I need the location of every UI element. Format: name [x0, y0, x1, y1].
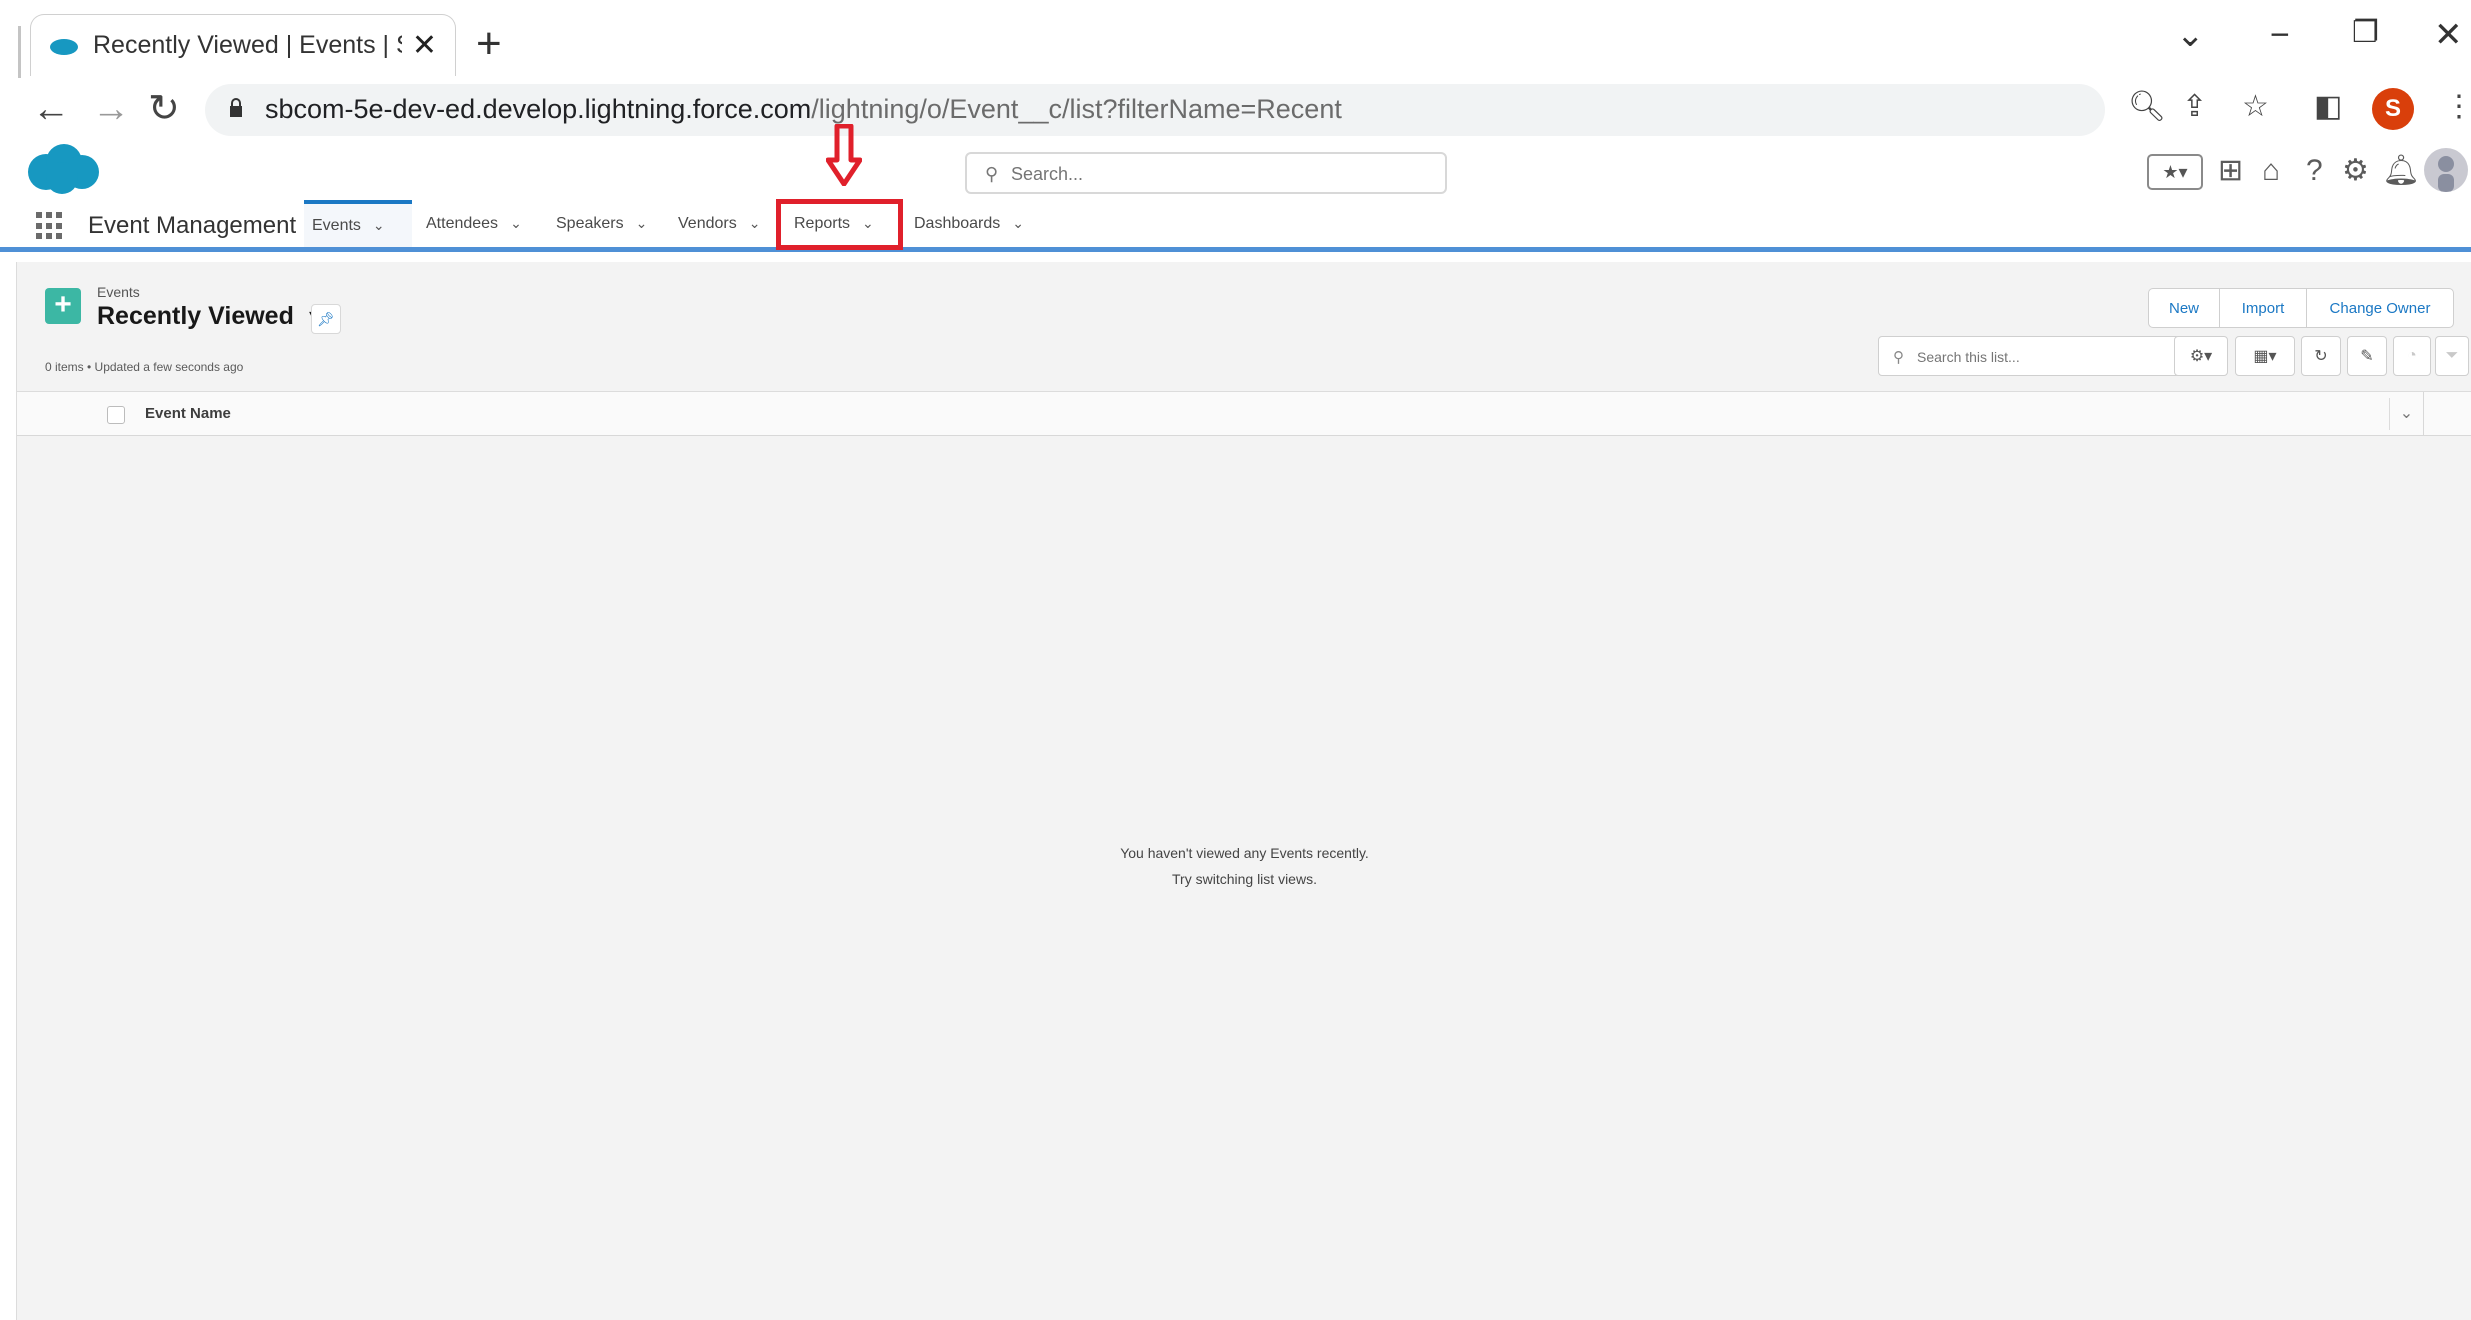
browser-menu-icon[interactable]: ⋮ — [2444, 92, 2471, 122]
new-button[interactable]: New — [2148, 288, 2220, 328]
reports-highlight-box — [776, 199, 903, 250]
annotation-down-arrow-icon — [826, 124, 862, 186]
column-header-event-name[interactable]: Event Name — [145, 405, 231, 422]
user-avatar-icon — [2438, 156, 2454, 192]
global-search-input[interactable] — [1011, 160, 1431, 188]
list-view-name: Recently Viewed — [97, 302, 294, 330]
favorites-icon[interactable]: ★▾ — [2147, 154, 2203, 190]
tab-attendees[interactable]: Attendees ⌄ — [418, 200, 530, 247]
list-view-container: + Events Recently Viewed▼ 📌︎ 0 items • U… — [16, 262, 2471, 1320]
zoom-icon[interactable]: 🔍︎ — [2128, 92, 2166, 122]
share-icon[interactable]: ⇪ — [2182, 92, 2207, 122]
column-divider — [2423, 392, 2424, 436]
select-all-checkbox[interactable] — [107, 406, 125, 424]
setup-gear-icon[interactable]: ⚙ — [2342, 156, 2369, 186]
change-owner-button[interactable]: Change Owner — [2306, 288, 2454, 328]
profile-avatar[interactable]: S — [2372, 88, 2414, 130]
global-search[interactable]: ⚲ — [965, 152, 1447, 194]
empty-state-line-2: Try switching list views. — [1172, 871, 1317, 887]
app-navigation-bar: Event Management Events ⌄ Attendees ⌄ Sp… — [0, 200, 2471, 442]
list-settings-gear-icon[interactable]: ⚙▾ — [2174, 336, 2228, 376]
tab-close-icon[interactable]: ✕ — [412, 30, 437, 61]
user-avatar[interactable] — [2424, 148, 2468, 192]
app-name: Event Management — [88, 212, 297, 239]
restore-icon[interactable]: ❐ — [2352, 18, 2379, 48]
empty-state-line-1: You haven't viewed any Events recently. — [1120, 845, 1369, 861]
tab-title: Recently Viewed | Events | Salesf — [93, 31, 402, 59]
chevron-down-icon[interactable]: ⌄ — [636, 215, 648, 232]
chevron-down-icon[interactable]: ⌄ — [373, 217, 385, 234]
global-header: ⚲ ★▾ ⊞ ⌂ ? ⚙ 🔔︎ — [0, 140, 2471, 202]
tab-events-label: Events — [312, 216, 361, 234]
trailhead-icon[interactable]: ⌂ — [2262, 156, 2280, 186]
url-text: sbcom-5e-dev-ed.develop.lightning.force.… — [265, 94, 1342, 124]
event-object-icon: + — [45, 288, 81, 324]
list-view-selector[interactable]: Recently Viewed▼ — [97, 302, 322, 331]
notifications-bell-icon[interactable]: 🔔︎ — [2382, 156, 2420, 186]
help-icon[interactable]: ? — [2306, 156, 2323, 186]
column-menu-chevron-icon[interactable]: ⌄ — [2389, 398, 2423, 430]
bookmark-star-icon[interactable]: ☆ — [2242, 92, 2269, 122]
list-search-input[interactable] — [1917, 345, 2167, 369]
lock-icon — [230, 98, 242, 117]
tab-dashboards-label: Dashboards — [914, 214, 1001, 232]
refresh-icon[interactable]: ↻ — [2301, 336, 2341, 376]
tab-vendors[interactable]: Vendors ⌄ — [670, 200, 768, 247]
salesforce-favicon-icon — [50, 38, 78, 55]
side-panel-icon[interactable]: ◧ — [2314, 92, 2342, 122]
pin-list-view-icon[interactable]: 📌︎ — [311, 304, 341, 334]
url-field[interactable]: sbcom-5e-dev-ed.develop.lightning.force.… — [205, 84, 2105, 136]
address-bar-row: ← → ↻ sbcom-5e-dev-ed.develop.lightning.… — [0, 82, 2471, 138]
search-icon: ⚲ — [1893, 349, 1904, 366]
minimize-icon[interactable]: − — [2270, 18, 2290, 52]
tab-strip-edge — [18, 26, 21, 78]
new-tab-button[interactable]: + — [476, 22, 502, 66]
tab-events[interactable]: Events ⌄ — [304, 200, 412, 247]
tab-speakers[interactable]: Speakers ⌄ — [548, 200, 655, 247]
import-button[interactable]: Import — [2219, 288, 2307, 328]
browser-tab[interactable]: Recently Viewed | Events | Salesf ✕ — [30, 14, 456, 76]
table-header-row: Event Name ⌄ — [17, 392, 2471, 436]
tab-vendors-label: Vendors — [678, 214, 737, 232]
tab-attendees-label: Attendees — [426, 214, 499, 232]
object-label: Events — [97, 284, 140, 300]
charts-icon[interactable]: ◔ — [2393, 336, 2431, 376]
browser-tab-strip: Recently Viewed | Events | Salesf ✕ + ⌄ … — [0, 0, 2471, 90]
close-window-icon[interactable]: ✕ — [2434, 18, 2463, 52]
display-as-table-icon[interactable]: ▦▾ — [2235, 336, 2295, 376]
filter-icon[interactable]: ⏷ — [2435, 336, 2469, 376]
empty-state-message: You haven't viewed any Events recently. … — [17, 840, 2471, 892]
chevron-down-icon[interactable]: ⌄ — [749, 215, 761, 232]
list-view-header: + Events Recently Viewed▼ 📌︎ 0 items • U… — [17, 262, 2471, 392]
salesforce-logo-icon[interactable] — [24, 142, 102, 196]
search-icon: ⚲ — [985, 164, 999, 184]
tab-speakers-label: Speakers — [556, 214, 624, 232]
tab-dashboards[interactable]: Dashboards ⌄ — [906, 200, 1032, 247]
chevron-down-icon[interactable]: ⌄ — [510, 215, 522, 232]
list-search[interactable]: ⚲ — [1878, 336, 2180, 376]
list-view-meta: 0 items • Updated a few seconds ago — [45, 360, 244, 374]
global-actions-icon[interactable]: ⊞ — [2218, 156, 2243, 186]
reload-icon[interactable]: ↻ — [148, 90, 180, 128]
tab-search-chevron-icon[interactable]: ⌄ — [2176, 18, 2205, 52]
back-icon[interactable]: ← — [32, 90, 70, 128]
app-launcher-icon[interactable] — [36, 212, 64, 240]
chevron-down-icon[interactable]: ⌄ — [1012, 215, 1024, 232]
forward-icon[interactable]: → — [92, 90, 130, 128]
inline-edit-pencil-icon[interactable]: ✎ — [2347, 336, 2387, 376]
